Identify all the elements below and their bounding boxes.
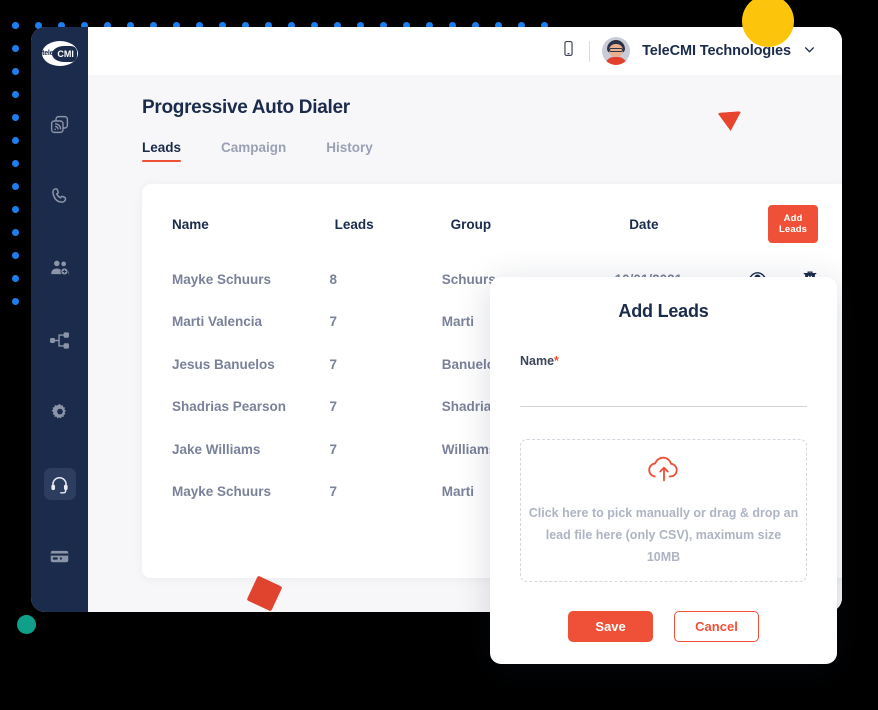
screenshot-stage: tele CMI TeleCMI Technologies Progressiv… [0,0,878,710]
cell-leads: 7 [329,441,337,457]
headset-icon [49,474,70,495]
table-header-actions: Add Leads [768,205,822,243]
cell-name: Shadrias Pearson [172,399,287,415]
cell-leads: 7 [329,484,337,500]
telecmi-logo[interactable]: tele CMI [41,41,78,66]
mobile-phone-icon[interactable] [560,40,577,62]
sidebar-nav [31,108,88,612]
cell-name: Jake Williams [172,441,261,457]
decorative-red-triangle [717,111,743,132]
sidebar-item-settings[interactable] [44,396,76,428]
cell-name: Jesus Banuelos [172,356,275,372]
topbar-divider [589,40,591,62]
sidebar-item-broadcast[interactable] [44,108,76,140]
topbar: TeleCMI Technologies [88,27,842,75]
chevron-down-icon[interactable] [803,43,816,59]
decorative-dot-column [12,22,19,321]
add-leads-button[interactable]: Add Leads [768,205,818,243]
column-header-leads: Leads [334,216,374,232]
tab-bar: Leads Campaign History [142,140,842,162]
gear-icon [50,402,70,422]
tab-campaign[interactable]: Campaign [221,140,286,162]
file-dropzone[interactable]: Click here to pick manually or drag & dr… [520,439,807,582]
phone-icon [50,186,70,206]
table-header-row: Name Leads Group Date Add Leads [158,205,822,243]
column-header-name: Name [172,216,209,232]
add-leads-modal: Add Leads Name* Click here to pick manua… [490,277,837,664]
avatar[interactable] [602,37,631,65]
cloud-upload-icon [643,452,685,491]
decorative-teal-circle [17,615,36,634]
logo-text-cmi: CMI [52,45,77,62]
broadcast-icon [49,114,70,135]
cancel-button[interactable]: Cancel [674,611,759,642]
cell-leads: 8 [329,271,337,287]
name-field-label: Name* [520,354,807,368]
name-input[interactable] [520,385,807,407]
cell-leads: 7 [329,356,337,372]
tab-leads[interactable]: Leads [142,140,182,162]
column-header-date: Date [629,216,659,232]
cell-name: Marti Valencia [172,314,263,330]
save-button[interactable]: Save [568,611,653,642]
add-users-icon [49,257,71,279]
sidebar-item-flow[interactable] [44,324,76,356]
cell-name: Mayke Schuurs [172,271,272,287]
name-label-text: Name [520,354,555,368]
sidebar-item-calls[interactable] [44,180,76,212]
sidebar-item-support[interactable] [43,468,76,500]
credit-card-icon [49,546,70,567]
sidebar-item-contacts[interactable] [44,252,76,284]
sidebar: tele CMI [31,27,88,612]
dropzone-text: Click here to pick manually or drag & dr… [528,506,799,564]
cell-leads: 7 [329,399,337,415]
cell-name: Mayke Schuurs [172,484,272,500]
cell-leads: 7 [329,314,337,330]
column-header-group: Group [450,216,492,232]
network-share-icon [49,330,70,351]
modal-title: Add Leads [618,301,709,321]
modal-actions: Save Cancel [520,611,807,642]
required-asterisk: * [554,354,559,368]
sidebar-item-billing[interactable] [44,540,76,572]
tab-history[interactable]: History [326,140,373,162]
